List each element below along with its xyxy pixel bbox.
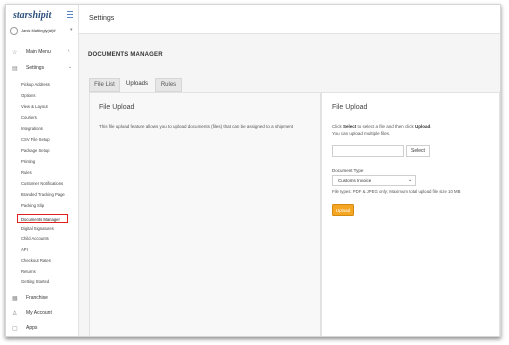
- sidebar-subitem-view-layout[interactable]: View & Layout: [21, 104, 48, 109]
- sidebar-subitem-pickup-address[interactable]: Pickup Address: [21, 82, 50, 87]
- tab-file-list[interactable]: File List: [89, 78, 120, 92]
- select-file-button[interactable]: Select: [406, 145, 430, 157]
- sidebar-item-main-menu[interactable]: ☆ Main Menu ‹: [10, 47, 76, 57]
- panel-description: This file upload feature allows you to u…: [99, 124, 294, 129]
- chevron-down-icon: ⌄: [68, 64, 73, 70]
- document-type-select[interactable]: Customs Invoice ⌄: [332, 175, 416, 186]
- instruction-text: to select a file and then click: [356, 124, 416, 129]
- panel-heading: File Upload: [99, 104, 135, 111]
- sidebar-subitem-rules[interactable]: Rules: [21, 170, 32, 175]
- sidebar-item-franchise[interactable]: ▦ Franchise: [10, 293, 76, 303]
- sidebar-subitem-returns[interactable]: Returns: [21, 269, 36, 274]
- franchise-icon: ▦: [12, 296, 18, 302]
- sidebar-subitem-csv-file-setup[interactable]: CSV File Setup: [21, 137, 50, 142]
- sidebar-subitem-getting-started[interactable]: Getting Started: [21, 279, 49, 284]
- star-icon: ☆: [12, 50, 18, 56]
- sidebar-subitem-child-accounts[interactable]: Child Accounts: [21, 236, 49, 241]
- sidebar-subitem-branded-tracking-page[interactable]: Branded Tracking Page: [21, 192, 65, 197]
- sidebar-subitem-packing-slip[interactable]: Packing Slip: [21, 203, 44, 208]
- sidebar-subitem-documents-manager[interactable]: Documents Manager: [17, 214, 68, 223]
- user-icon: ♙: [12, 311, 18, 317]
- chevron-left-icon: ‹: [68, 48, 70, 54]
- sidebar-subitem-checkout-rates[interactable]: Checkout Rates: [21, 258, 51, 263]
- sidebar-subitem-options[interactable]: Options: [21, 93, 35, 98]
- upload-button[interactable]: Upload: [332, 204, 354, 216]
- settings-icon: ▤: [12, 66, 18, 72]
- sidebar-subitem-customer-notifications[interactable]: Customer Notifications: [21, 181, 63, 186]
- page-header: Settings: [79, 5, 500, 34]
- sidebar-item-apps[interactable]: ▢ Apps: [10, 323, 76, 333]
- sidebar-item-label: My Account: [26, 310, 52, 316]
- sidebar-subitem-package-setup[interactable]: Package Setup: [21, 148, 49, 153]
- sidebar-subitem-label: Documents Manager: [21, 216, 60, 222]
- sidebar-item-label: Settings: [26, 65, 45, 71]
- sidebar-item-my-account[interactable]: ♙ My Account: [10, 308, 76, 318]
- instruction-text: Click: [332, 124, 343, 129]
- file-path-input[interactable]: [332, 145, 404, 157]
- page-title: Settings: [89, 15, 115, 22]
- instruction-upload-text: Upload: [415, 124, 431, 129]
- sidebar-item-label: Franchise: [26, 295, 48, 301]
- file-upload-info-panel: File Upload This file upload feature all…: [89, 92, 321, 336]
- section-title: DOCUMENTS MANAGER: [88, 52, 163, 58]
- app-logo[interactable]: starshipit: [13, 10, 51, 21]
- sidebar-subitem-digital-signatures[interactable]: Digital Signatures: [21, 226, 54, 231]
- document-type-value: Customs Invoice: [338, 178, 372, 183]
- upload-instructions: Click Select to select a file and then c…: [332, 123, 432, 137]
- avatar: [10, 27, 18, 35]
- sidebar-item-label: Apps: [26, 325, 38, 331]
- sidebar-item-label: Main Menu: [26, 49, 51, 55]
- chevron-down-icon: ▾: [70, 27, 73, 33]
- instruction-select-text: Select: [343, 124, 357, 129]
- instruction-text: .: [430, 124, 432, 129]
- user-name: Janis Mattingly(at)if: [21, 28, 56, 33]
- sidebar-subitem-couriers[interactable]: Couriers: [21, 115, 37, 120]
- sidebar-subitem-integrations[interactable]: Integrations: [21, 126, 43, 131]
- user-menu[interactable]: Janis Mattingly(at)if ▾: [10, 27, 76, 37]
- app-window: starshipit Janis Mattingly(at)if ▾ ☆ Mai…: [5, 4, 501, 337]
- tab-uploads[interactable]: Uploads: [122, 78, 152, 92]
- document-type-label: Document Type: [332, 168, 364, 173]
- file-types-note: File types: PDF & JPEG only; Maximum tot…: [332, 189, 461, 194]
- sidebar-item-settings[interactable]: ▤ Settings ⌄: [10, 63, 76, 73]
- menu-toggle-icon[interactable]: [67, 11, 73, 18]
- sidebar-subitem-printing[interactable]: Printing: [21, 159, 35, 164]
- main-content: Settings DOCUMENTS MANAGER File List Upl…: [79, 5, 500, 336]
- chevron-down-icon: ⌄: [408, 177, 413, 183]
- sidebar: starshipit Janis Mattingly(at)if ▾ ☆ Mai…: [6, 5, 79, 336]
- apps-icon: ▢: [12, 326, 18, 332]
- sidebar-subitem-api[interactable]: API: [21, 247, 28, 252]
- tab-rules[interactable]: Rules: [155, 78, 182, 92]
- file-upload-form-panel: File Upload Click Select to select a fil…: [321, 92, 500, 336]
- panel-heading: File Upload: [332, 104, 368, 111]
- instruction-line-2: You can upload multiple files.: [332, 131, 391, 136]
